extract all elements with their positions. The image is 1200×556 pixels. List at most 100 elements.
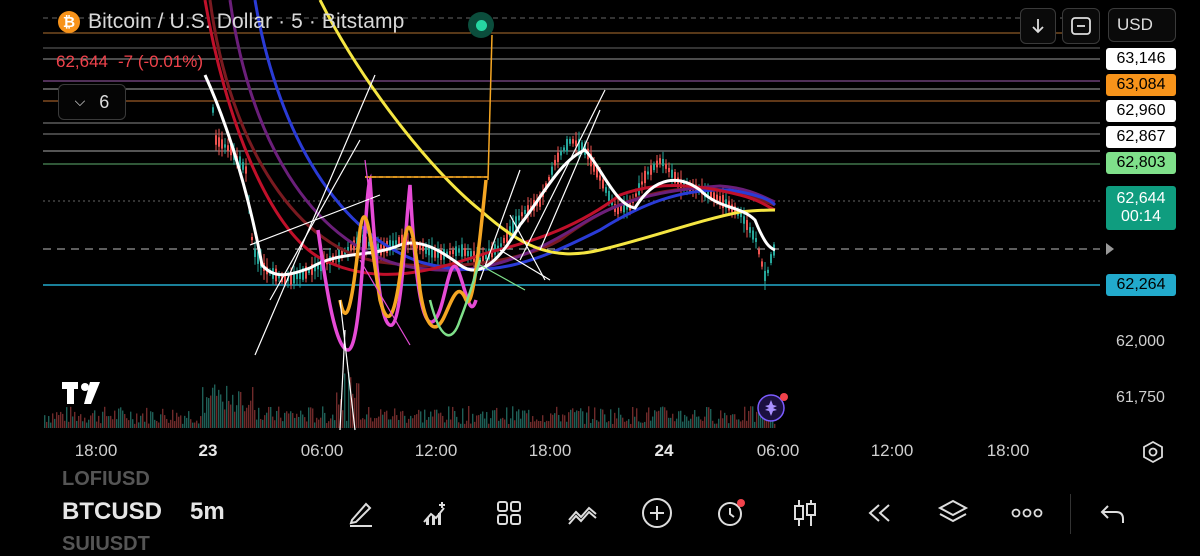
volume-bar xyxy=(318,419,320,428)
volume-bar xyxy=(496,407,498,428)
indicators-button[interactable] xyxy=(418,496,452,530)
pencil-icon xyxy=(349,502,372,527)
time-axis-label: 18:00 xyxy=(74,441,118,460)
add-button[interactable] xyxy=(640,496,674,530)
candle-body xyxy=(650,165,652,175)
volume-bar xyxy=(230,404,232,428)
settings-icon[interactable] xyxy=(1141,440,1165,464)
volume-bar xyxy=(450,419,452,428)
candle-body xyxy=(653,163,655,171)
volume-bar xyxy=(184,415,186,428)
volume-bar xyxy=(372,421,374,428)
symbol-current[interactable]: BTCUSD xyxy=(62,498,162,526)
volume-bar xyxy=(152,412,154,428)
volume-bar xyxy=(620,414,622,428)
layouts-button[interactable] xyxy=(492,496,526,530)
replay-button[interactable] xyxy=(1062,8,1100,44)
price-change: -7 (-0.01%) xyxy=(118,52,204,71)
chart-area[interactable]: ₿ Bitcoin / U.S. Dollar · 5 · Bitstamp 6… xyxy=(0,0,1200,470)
symbol-next[interactable]: SUIUSDT xyxy=(62,533,150,556)
volume-bar xyxy=(134,423,136,428)
volume-bar xyxy=(752,406,754,428)
candles-button[interactable] xyxy=(788,496,822,530)
candle-body xyxy=(602,179,604,189)
volume-bar xyxy=(526,413,528,428)
volume-bar xyxy=(680,410,682,428)
candle-body xyxy=(452,249,454,255)
volume-bar xyxy=(302,414,304,428)
volume-bar xyxy=(344,373,346,428)
volume-bar xyxy=(118,408,120,428)
volume-bar xyxy=(194,422,196,428)
volume-bar xyxy=(162,408,164,428)
object-tree-button[interactable] xyxy=(936,496,970,530)
chart-type-button[interactable] xyxy=(566,496,600,530)
currency-select[interactable]: USD xyxy=(1108,8,1176,42)
price-tag-label: 62,644 xyxy=(1116,190,1166,207)
volume-bar xyxy=(662,406,664,428)
volume-bar xyxy=(388,419,390,428)
volume-bar xyxy=(204,412,206,428)
volume-bar xyxy=(718,418,720,428)
candle-body xyxy=(752,230,754,240)
volume-bar xyxy=(712,420,714,428)
symbol-prev[interactable]: LOFIUSD xyxy=(62,468,150,491)
volume-bar xyxy=(562,414,564,428)
volume-bar xyxy=(426,419,428,428)
volume-bar xyxy=(174,421,176,428)
volume-bar xyxy=(592,418,594,428)
volume-bar xyxy=(720,410,722,428)
volume-bar xyxy=(306,421,308,428)
volume-bar xyxy=(90,415,92,428)
candle-body xyxy=(518,215,520,221)
volume-bar xyxy=(474,421,476,428)
volume-bar xyxy=(136,413,138,428)
volume-bar xyxy=(104,406,106,428)
volume-bar xyxy=(454,410,456,428)
scroll-down-button[interactable] xyxy=(1020,8,1056,44)
symbol-header[interactable]: ₿ Bitcoin / U.S. Dollar · 5 · Bitstamp xyxy=(58,10,404,34)
volume-bar xyxy=(148,423,150,428)
volume-bar xyxy=(172,409,174,428)
alerts-button[interactable] xyxy=(714,496,748,530)
volume-bar xyxy=(678,411,680,428)
volume-bar xyxy=(232,394,234,428)
volume-bar xyxy=(362,418,364,428)
volume-bar xyxy=(750,406,752,428)
interval-selector[interactable]: 5m xyxy=(190,498,225,526)
volume-bar xyxy=(150,411,152,428)
candle-body xyxy=(599,175,601,181)
volume-bar xyxy=(416,414,418,428)
volume-bar xyxy=(110,415,112,428)
volume-bar xyxy=(608,421,610,428)
volume-bar xyxy=(624,421,626,428)
currency-label: USD xyxy=(1117,15,1153,34)
indicators-toggle-button[interactable]: ⌵ 6 xyxy=(58,84,126,120)
volume-bar xyxy=(584,423,586,428)
volume-bar xyxy=(70,406,72,428)
volume-bar xyxy=(48,416,50,428)
volume-bar xyxy=(44,415,46,428)
volume-bar xyxy=(50,422,52,428)
replay-mode-button[interactable] xyxy=(862,496,896,530)
volume-bar xyxy=(508,423,510,428)
volume-bar xyxy=(144,421,146,428)
price-tag: 63,084 xyxy=(1106,74,1176,96)
volume-bar xyxy=(284,412,286,428)
drawing-tools-button[interactable] xyxy=(344,496,378,530)
volume-bar xyxy=(746,420,748,428)
volume-bar xyxy=(376,418,378,428)
volume-bar xyxy=(398,419,400,428)
time-axis-label: 06:00 xyxy=(756,441,800,460)
more-button[interactable] xyxy=(1010,496,1044,530)
undo-button[interactable] xyxy=(1096,496,1130,530)
volume-bar xyxy=(214,384,216,428)
volume-bar xyxy=(440,412,442,428)
volume-bar xyxy=(744,406,746,428)
candle-body xyxy=(641,181,643,185)
chart-plus-icon xyxy=(423,502,445,525)
volume-bar xyxy=(258,407,260,428)
volume-bar xyxy=(412,418,414,428)
sparkle-icon[interactable] xyxy=(757,393,788,422)
volume-bar xyxy=(254,410,256,428)
